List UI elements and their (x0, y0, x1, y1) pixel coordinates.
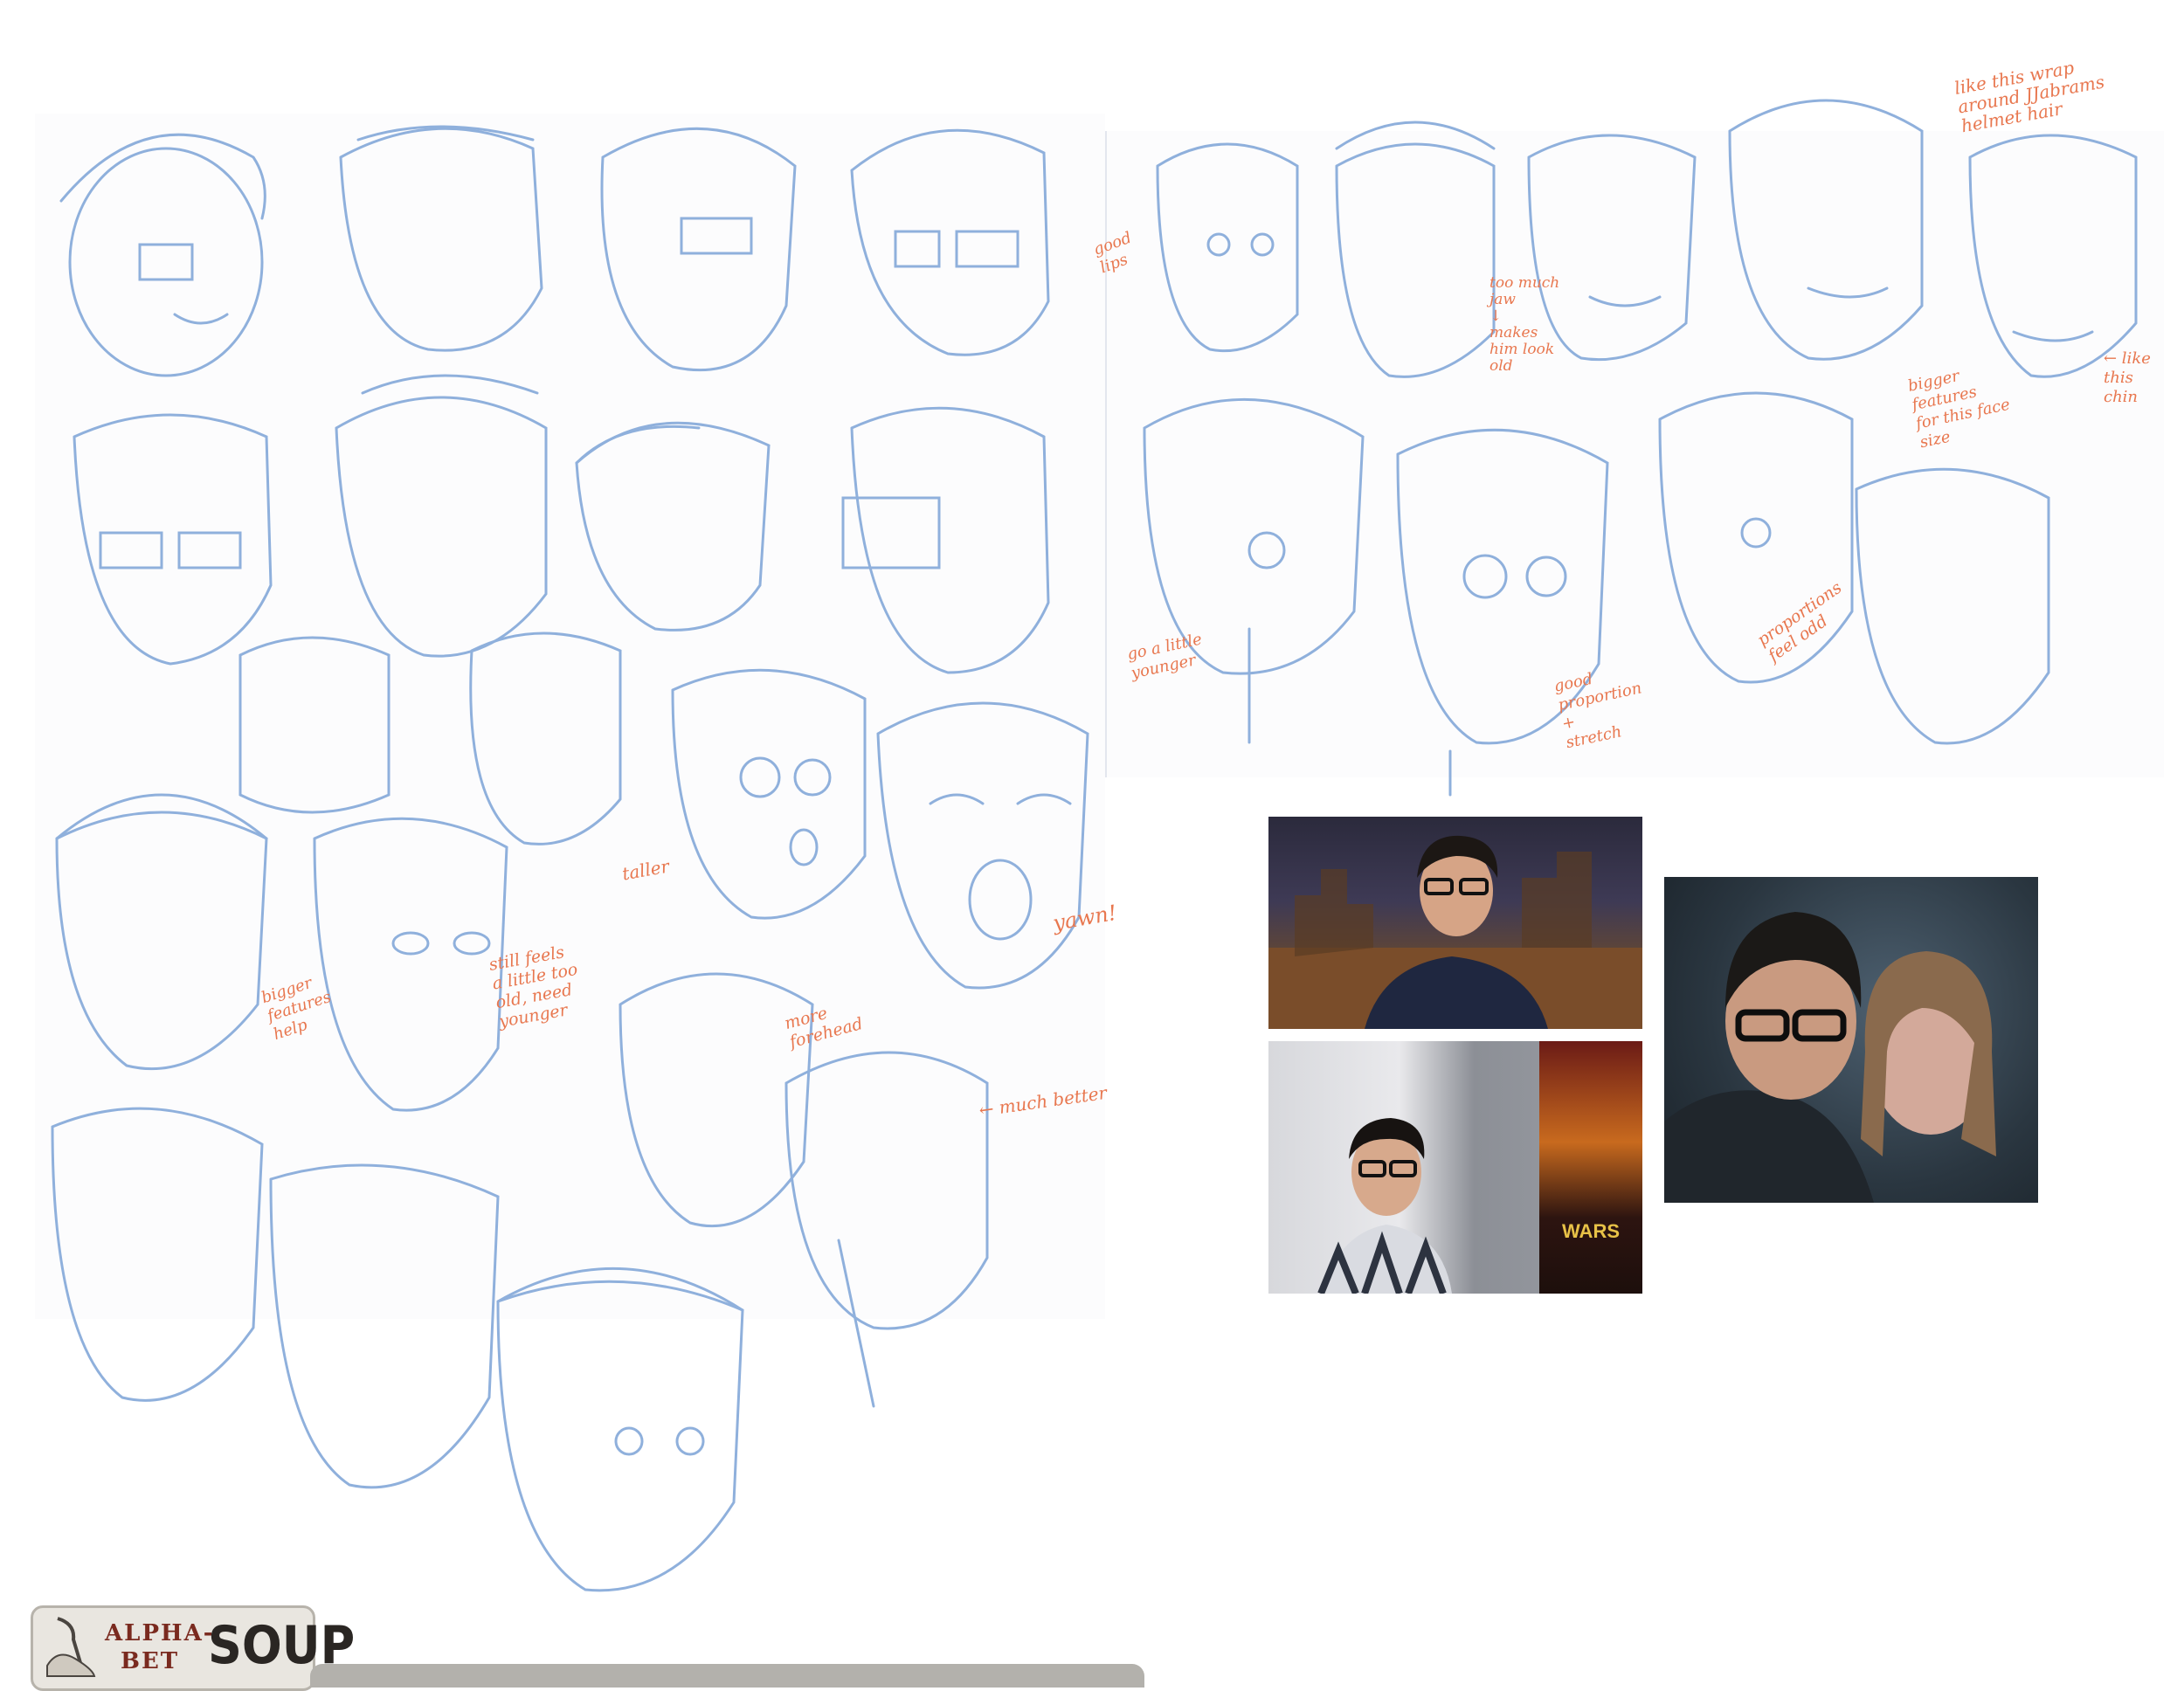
sketch-head (51, 1107, 264, 1402)
sketch-head (1156, 142, 1299, 353)
pencil-sketches (51, 99, 2138, 1592)
sketch-head (1968, 134, 2138, 378)
bottom-bar (310, 1664, 1144, 1688)
sketch-head (619, 972, 814, 1228)
sketch-head (1728, 99, 1924, 361)
note-too-much-jaw: too much jaw ↓ makes him look old (1489, 274, 1560, 375)
sketch-head (1855, 467, 2050, 745)
reference-photo-talk-show (1268, 817, 1642, 1029)
sketch-head (850, 128, 1050, 356)
note-like-chin: ← like this chin (2104, 349, 2151, 406)
movie-poster: WARS (1539, 1041, 1642, 1294)
logo-bet: BET (121, 1648, 180, 1674)
sketch-head (841, 406, 1050, 674)
sketch-head (1658, 391, 1854, 684)
poster-title: WARS (1562, 1220, 1620, 1242)
note-still-feels-old: still feels a little too old, need young… (487, 942, 579, 1032)
sketch-head (600, 127, 797, 372)
sketch-head (335, 374, 548, 658)
sketch-head (313, 817, 508, 1112)
sketch-head (1143, 397, 1365, 744)
sketch-head (575, 421, 771, 632)
sketch-head (238, 636, 390, 814)
sketch-head (1335, 121, 1496, 378)
sketch-head (73, 413, 273, 666)
logo-alpha: ALPHA- (105, 1620, 215, 1646)
sketch-head (496, 1267, 744, 1592)
sketch-head (339, 125, 543, 352)
sketch-head (671, 668, 867, 920)
sketch-head (469, 632, 622, 846)
reference-photo-interview: WARS (1268, 1041, 1642, 1294)
sketch-head (55, 793, 268, 1071)
sketch-head (59, 133, 266, 377)
reference-photo-selfie (1664, 877, 2038, 1203)
sketch-head (876, 701, 1089, 990)
sketch-head (784, 1051, 989, 1408)
spoon-icon (46, 1617, 96, 1677)
alphabet-soup-logo: ALPHA- BET SOUP (31, 1605, 355, 1691)
sketch-head (269, 1163, 500, 1489)
